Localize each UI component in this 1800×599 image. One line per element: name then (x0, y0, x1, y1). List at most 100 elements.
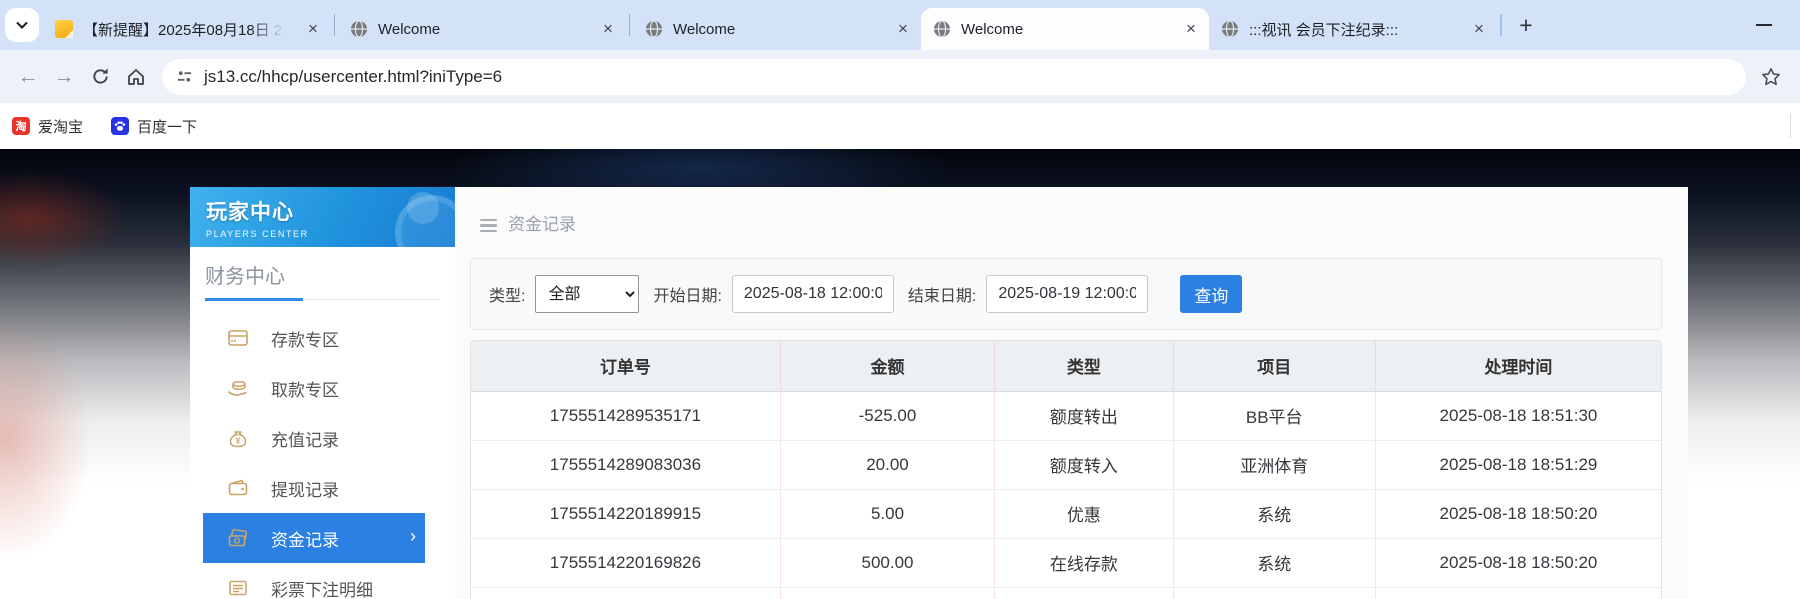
tab-title: Welcome (673, 21, 881, 38)
table-row: 1755514289083036 20.00 额度转入 亚洲体育 2025-08… (471, 440, 1661, 489)
close-icon[interactable]: × (1179, 17, 1203, 41)
cell-amount: 5.00 (780, 489, 994, 538)
end-date-label: 结束日期: (908, 282, 976, 306)
sidebar-item-label: 资金记录 (271, 526, 339, 551)
sidebar-item-deposit-zone[interactable]: 存款专区 (203, 313, 425, 363)
bookmark-aitaobao[interactable]: 淘 爱淘宝 (12, 116, 83, 137)
close-icon[interactable]: × (1467, 17, 1491, 41)
table-row-partial (471, 587, 1661, 599)
start-date-input[interactable] (732, 275, 894, 313)
cell-type: 额度转出 (995, 391, 1174, 440)
type-label: 类型: (489, 282, 525, 306)
globe-favicon-icon (1221, 20, 1239, 38)
bookmark-star-button[interactable] (1754, 60, 1788, 94)
cell-type: 额度转入 (995, 440, 1174, 489)
bookmark-label: 爱淘宝 (38, 116, 83, 137)
tab-new-alert[interactable]: 【新提醒】2025年08月18日 23 × (43, 8, 331, 50)
page-title: 资金记录 (508, 210, 576, 235)
column-header-amount: 金额 (780, 341, 994, 391)
cell-time: 2025-08-18 18:51:30 (1375, 391, 1661, 440)
cell-order-no: 1755514289083036 (471, 440, 780, 489)
back-button[interactable]: ← (10, 59, 46, 95)
players-center-title: 玩家中心 (206, 196, 455, 226)
cell-type: 在线存款 (995, 538, 1174, 587)
sidebar-item-withdraw-zone[interactable]: 取款专区 (203, 363, 425, 413)
mail-favicon-icon (55, 20, 73, 38)
tab-welcome-active[interactable]: Welcome × (921, 8, 1209, 50)
close-icon[interactable]: × (891, 17, 915, 41)
moneybag-icon: ¥ (227, 427, 249, 449)
reload-button[interactable] (82, 59, 118, 95)
cell-amount: -525.00 (780, 391, 994, 440)
tab-welcome-2[interactable]: Welcome × (633, 8, 921, 50)
table-row: 1755514220169826 500.00 在线存款 系统 2025-08-… (471, 538, 1661, 587)
bookmark-baidu[interactable]: 百度一下 (111, 116, 197, 137)
minimize-button[interactable] (1740, 0, 1788, 50)
list-icon (227, 577, 249, 599)
cell-amount: 20.00 (780, 440, 994, 489)
cell-project: 亚洲体育 (1173, 440, 1375, 489)
svg-text:¥: ¥ (236, 437, 241, 446)
cell-project: 系统 (1173, 489, 1375, 538)
address-bar[interactable]: js13.cc/hhcp/usercenter.html?iniType=6 (162, 59, 1746, 95)
cell-time: 2025-08-18 18:51:29 (1375, 440, 1661, 489)
column-header-type: 类型 (995, 341, 1174, 391)
globe-favicon-icon (350, 20, 368, 38)
tab-divider (1500, 14, 1502, 36)
search-button[interactable]: 查询 (1180, 275, 1242, 313)
reload-icon (91, 67, 110, 86)
browser-window: 【新提醒】2025年08月18日 23 × Welcome × Welcome … (0, 0, 1800, 599)
minimize-icon (1756, 24, 1772, 26)
tab-title: :::视讯 会员下注纪录::: (1249, 19, 1457, 40)
funds-icon (227, 527, 249, 549)
tab-search-button[interactable] (5, 8, 39, 42)
url-text: js13.cc/hhcp/usercenter.html?iniType=6 (204, 67, 502, 87)
table-row: 1755514289535171 -525.00 额度转出 BB平台 2025-… (471, 391, 1661, 440)
sidebar-item-label: 存款专区 (271, 326, 339, 351)
sidebar-item-lottery-bet-details[interactable]: 彩票下注明细 (203, 563, 425, 599)
home-icon (126, 67, 146, 87)
sidebar-item-label: 彩票下注明细 (271, 576, 373, 599)
withdraw-hand-icon (227, 377, 249, 399)
cell-project: 系统 (1173, 538, 1375, 587)
close-icon[interactable]: × (596, 17, 620, 41)
sidebar-item-label: 提现记录 (271, 476, 339, 501)
taobao-icon: 淘 (12, 117, 30, 135)
filter-bar: 类型: 全部 开始日期: 结束日期: 查询 (470, 258, 1662, 330)
cell-order-no (471, 587, 780, 599)
main-header: 资金记录 (455, 187, 1688, 243)
tab-title: 【新提醒】2025年08月18日 23 (83, 19, 291, 40)
sidebar-menu: 存款专区 取款专区 ¥ 充值记录 提现记录 (203, 313, 425, 599)
close-icon[interactable]: × (301, 17, 325, 41)
tab-video-bet-records[interactable]: :::视讯 会员下注纪录::: × (1209, 8, 1497, 50)
sidebar-item-recharge-records[interactable]: ¥ 充值记录 (203, 413, 425, 463)
column-header-project: 项目 (1173, 341, 1375, 391)
page-viewport: 玩家中心 PLAYERS CENTER 财务中心 存款专区 取款专区 (0, 149, 1800, 599)
forward-button[interactable]: → (46, 59, 82, 95)
funds-table: 订单号 金额 类型 项目 处理时间 1755514289535171 -525.… (470, 340, 1662, 599)
cell-type: 优惠 (995, 489, 1174, 538)
cell-order-no: 1755514220189915 (471, 489, 780, 538)
table-row: 1755514220189915 5.00 优惠 系统 2025-08-18 1… (471, 489, 1661, 538)
tab-divider (334, 14, 335, 36)
menu-list-icon (480, 219, 497, 236)
cell-time (1375, 587, 1661, 599)
site-settings-icon (176, 68, 193, 85)
type-select[interactable]: 全部 (535, 275, 639, 313)
sidebar: 玩家中心 PLAYERS CENTER 财务中心 存款专区 取款专区 (190, 187, 455, 599)
home-button[interactable] (118, 59, 154, 95)
finance-center-label: 财务中心 (205, 260, 440, 289)
sidebar-item-label: 取款专区 (271, 376, 339, 401)
column-header-order-no: 订单号 (471, 341, 780, 391)
sidebar-header: 玩家中心 PLAYERS CENTER (190, 187, 455, 247)
sidebar-item-withdrawal-records[interactable]: 提现记录 (203, 463, 425, 513)
end-date-input[interactable] (986, 275, 1148, 313)
tab-welcome-1[interactable]: Welcome × (338, 8, 626, 50)
cell-amount (780, 587, 994, 599)
star-icon (1761, 67, 1781, 87)
new-tab-button[interactable]: + (1511, 10, 1541, 40)
sidebar-item-funds-records[interactable]: 资金记录 › (203, 513, 425, 563)
tab-bar: 【新提醒】2025年08月18日 23 × Welcome × Welcome … (0, 0, 1800, 50)
bookmarks-bar: 淘 爱淘宝 百度一下 (0, 103, 1800, 149)
tab-title: Welcome (961, 21, 1169, 38)
